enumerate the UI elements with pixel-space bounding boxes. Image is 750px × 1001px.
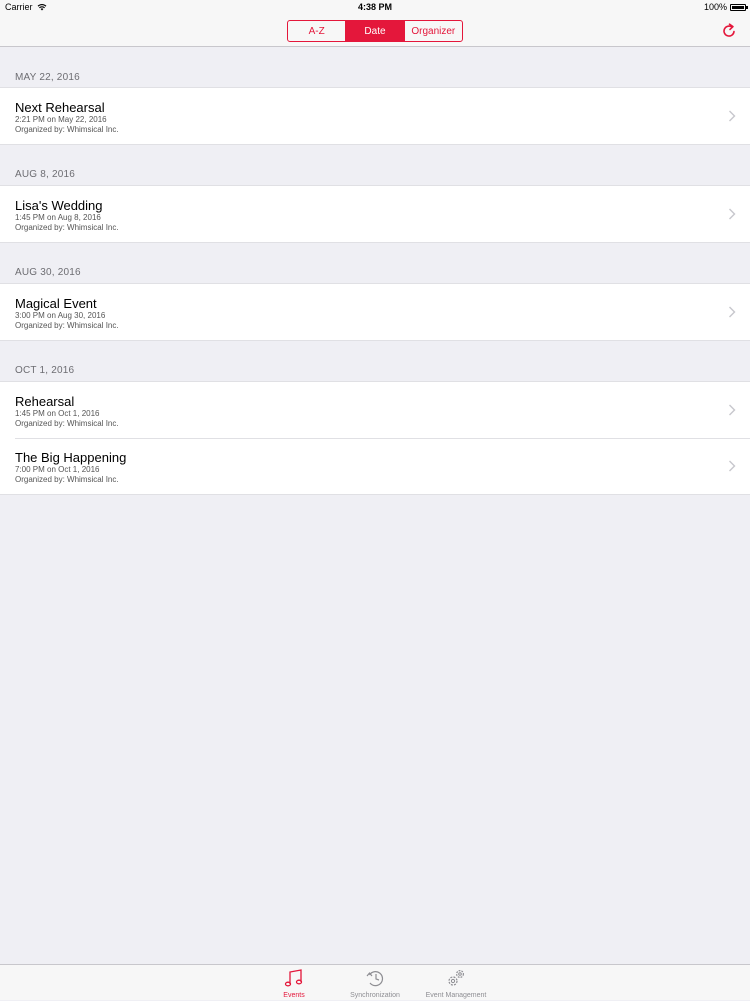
event-title: Magical Event: [15, 296, 97, 311]
event-row[interactable]: The Big Happening 7:00 PM on Oct 1, 2016…: [0, 438, 750, 494]
event-title: Rehearsal: [15, 394, 75, 409]
event-row[interactable]: Next Rehearsal 2:21 PM on May 22, 2016 O…: [0, 88, 750, 144]
event-title: The Big Happening: [15, 450, 127, 465]
event-organizer: Organized by: Whimsical Inc.: [15, 419, 119, 428]
event-group: Lisa's Wedding 1:45 PM on Aug 8, 2016 Or…: [0, 185, 750, 243]
event-organizer: Organized by: Whimsical Inc.: [15, 321, 119, 330]
event-group: Magical Event 3:00 PM on Aug 30, 2016 Or…: [0, 283, 750, 341]
event-time: 3:00 PM on Aug 30, 2016: [15, 311, 106, 320]
event-organizer: Organized by: Whimsical Inc.: [15, 475, 119, 484]
event-title: Lisa's Wedding: [15, 198, 103, 213]
chevron-right-icon: [729, 110, 736, 122]
refresh-icon[interactable]: [720, 22, 738, 40]
battery-indicator: 100%: [703, 2, 748, 12]
event-group: Rehearsal 1:45 PM on Oct 1, 2016 Organiz…: [0, 381, 750, 495]
tab-label: Synchronization: [350, 992, 400, 999]
event-title: Next Rehearsal: [15, 100, 105, 115]
battery-percent: 100%: [703, 2, 727, 12]
chevron-right-icon: [729, 208, 736, 220]
segment-date[interactable]: Date: [346, 21, 405, 41]
tab-label: Event Management: [425, 992, 487, 999]
event-row[interactable]: Rehearsal 1:45 PM on Oct 1, 2016 Organiz…: [0, 382, 750, 438]
event-organizer: Organized by: Whimsical Inc.: [15, 125, 119, 134]
chevron-right-icon: [729, 404, 736, 416]
tab-synchronization[interactable]: Synchronization: [335, 965, 415, 1001]
navigation-bar: A-Z Date Organizer: [0, 14, 750, 47]
event-row[interactable]: Magical Event 3:00 PM on Aug 30, 2016 Or…: [0, 284, 750, 340]
event-row[interactable]: Lisa's Wedding 1:45 PM on Aug 8, 2016 Or…: [0, 186, 750, 242]
tab-bar: Events Synchronization Event Management: [0, 964, 750, 1000]
event-organizer: Organized by: Whimsical Inc.: [15, 223, 119, 232]
event-time: 7:00 PM on Oct 1, 2016: [15, 465, 100, 474]
status-bar: Carrier 4:38 PM 100%: [0, 0, 750, 14]
chevron-right-icon: [729, 306, 736, 318]
section-header: OCT 1, 2016: [15, 365, 75, 376]
section-header: AUG 30, 2016: [15, 267, 81, 278]
segment-a-z[interactable]: A-Z: [288, 21, 347, 41]
segment-organizer[interactable]: Organizer: [405, 21, 462, 41]
event-time: 1:45 PM on Aug 8, 2016: [15, 213, 101, 222]
chevron-right-icon: [729, 460, 736, 472]
event-time: 1:45 PM on Oct 1, 2016: [15, 409, 100, 418]
tab-event-management[interactable]: Event Management: [416, 965, 496, 1001]
tab-events[interactable]: Events: [254, 965, 334, 1001]
event-time: 2:21 PM on May 22, 2016: [15, 115, 107, 124]
section-header: MAY 22, 2016: [15, 72, 80, 83]
gears-icon: [448, 969, 465, 986]
status-time: 4:38 PM: [357, 2, 392, 12]
music-note-icon: [284, 969, 303, 987]
sync-clock-icon: [366, 971, 384, 987]
section-header: AUG 8, 2016: [15, 169, 76, 180]
tab-label: Events: [283, 992, 305, 999]
battery-icon: [730, 3, 748, 11]
sort-segmented-control: A-Z Date Organizer: [287, 20, 463, 42]
event-group: Next Rehearsal 2:21 PM on May 22, 2016 O…: [0, 87, 750, 145]
